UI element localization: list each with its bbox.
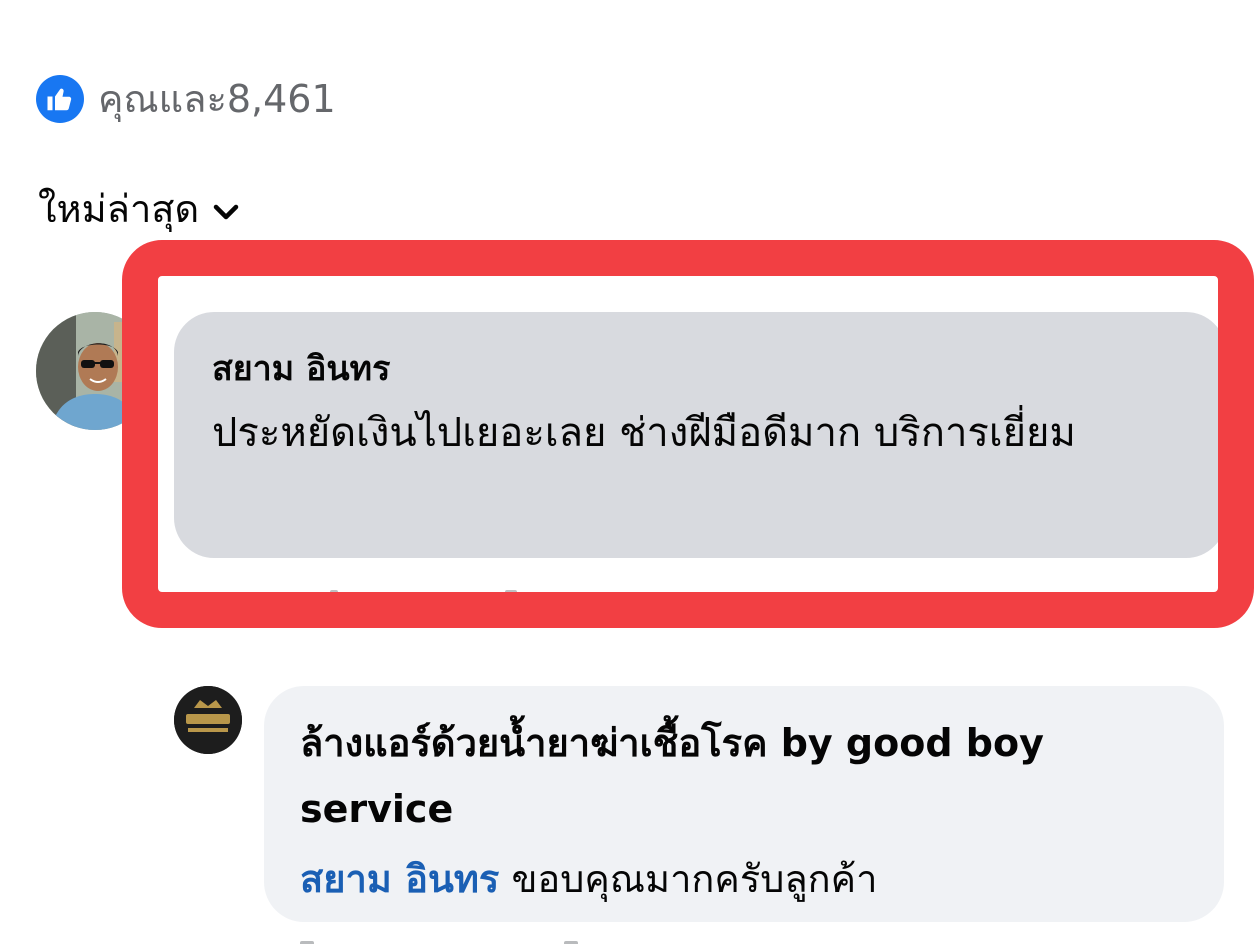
reply-actions <box>300 932 900 944</box>
comment-bubble[interactable]: สยาม อินทร ประหยัดเงินไปเยอะเลย ช่างฝีมื… <box>174 312 1226 558</box>
like-icon <box>36 74 84 123</box>
reply-text: ขอบคุณมากครับลูกค้า <box>511 857 878 901</box>
comments-screen: คุณและ8,461 ใหม่ล่าสุด สยาม อินทร ประหยั… <box>0 0 1260 944</box>
avatar[interactable] <box>36 312 154 430</box>
comment-text: ประหยัดเงินไปเยอะเลย ช่างฝีมือดีมาก บริก… <box>212 410 1076 456</box>
chevron-down-icon <box>213 187 239 231</box>
reaction-summary[interactable]: คุณและ8,461 <box>36 68 336 129</box>
comment-actions <box>220 588 920 628</box>
sort-label: ใหม่ล่าสุด <box>38 187 200 231</box>
sort-dropdown[interactable]: ใหม่ล่าสุด <box>38 178 239 239</box>
page-avatar[interactable] <box>174 686 242 754</box>
reply-bubble[interactable]: ล้างแอร์ด้วยน้ำยาฆ่าเชื้อโรค by good boy… <box>264 686 1224 922</box>
reaction-count: คุณและ8,461 <box>98 77 336 121</box>
reply-author[interactable]: ล้างแอร์ด้วยน้ำยาฆ่าเชื้อโรค by good boy… <box>300 710 1190 842</box>
mention-link[interactable]: สยาม อินทร <box>300 857 499 901</box>
reply-text-line: สยาม อินทร ขอบคุณมากครับลูกค้า <box>300 846 1190 912</box>
comment-author[interactable]: สยาม อินทร <box>212 344 1190 394</box>
